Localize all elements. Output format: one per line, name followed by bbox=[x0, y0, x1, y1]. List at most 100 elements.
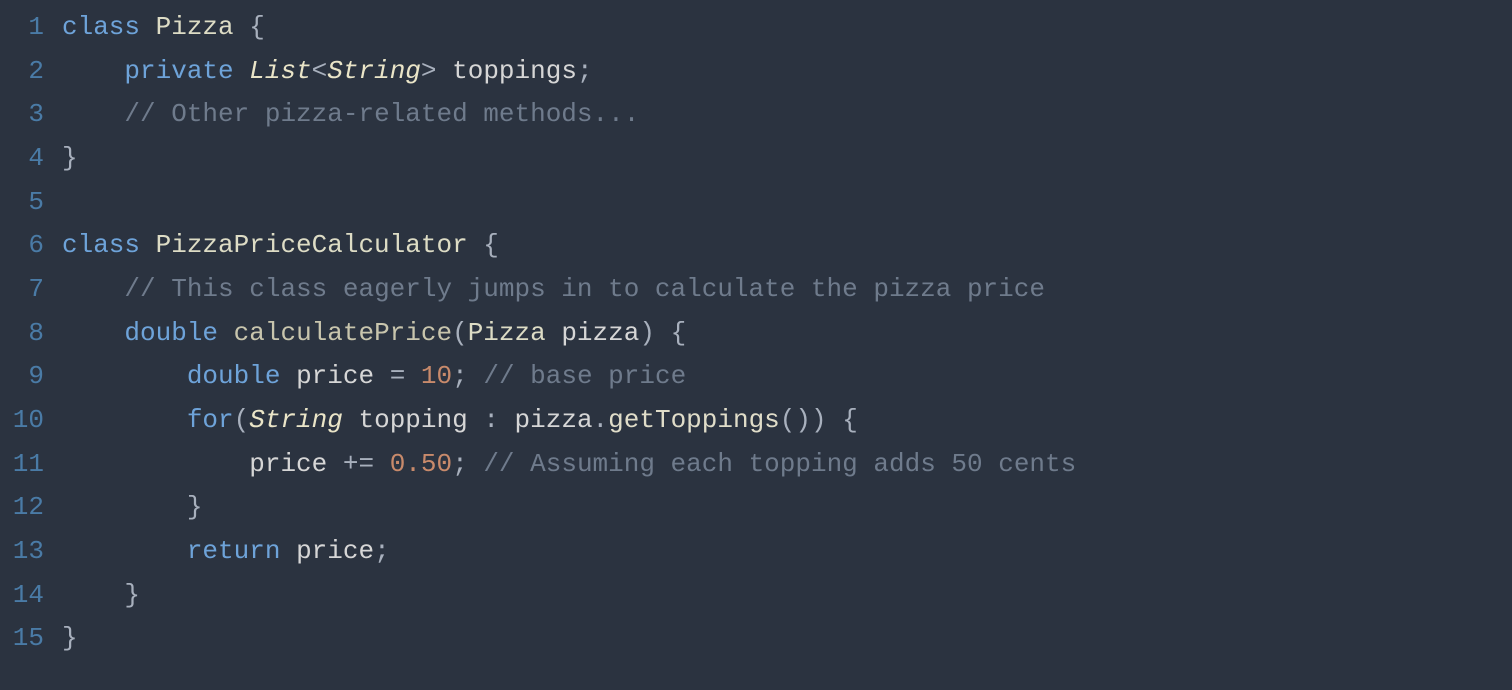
code-line[interactable]: // Other pizza-related methods... bbox=[62, 93, 1512, 137]
code-line[interactable]: class Pizza { bbox=[62, 6, 1512, 50]
line-number: 10 bbox=[0, 399, 44, 443]
token-punct: { bbox=[842, 405, 858, 435]
code-line[interactable]: private List<String> toppings; bbox=[62, 50, 1512, 94]
token-text bbox=[405, 361, 421, 391]
token-punct: { bbox=[671, 318, 687, 348]
token-punct: < bbox=[312, 56, 328, 86]
token-text bbox=[234, 56, 250, 86]
token-punct: ; bbox=[577, 56, 593, 86]
line-number: 4 bbox=[0, 137, 44, 181]
token-text bbox=[468, 449, 484, 479]
code-line[interactable]: } bbox=[62, 137, 1512, 181]
line-number-gutter: 123456789101112131415 bbox=[0, 6, 62, 690]
token-punct: } bbox=[187, 492, 203, 522]
token-punct: } bbox=[124, 580, 140, 610]
token-punct: ; bbox=[452, 361, 468, 391]
token-keyword: private bbox=[124, 56, 233, 86]
line-number: 2 bbox=[0, 50, 44, 94]
code-line[interactable]: price += 0.50; // Assuming each topping … bbox=[62, 443, 1512, 487]
token-punct: { bbox=[483, 230, 499, 260]
line-number: 15 bbox=[0, 617, 44, 661]
token-text bbox=[280, 361, 296, 391]
code-area[interactable]: class Pizza { private List<String> toppi… bbox=[62, 6, 1512, 690]
token-text bbox=[343, 405, 359, 435]
token-keyword: class bbox=[62, 12, 140, 42]
line-number: 3 bbox=[0, 93, 44, 137]
token-punct: } bbox=[62, 623, 78, 653]
token-text bbox=[218, 318, 234, 348]
token-keyword: return bbox=[187, 536, 281, 566]
token-method: calculatePrice bbox=[234, 318, 452, 348]
token-text bbox=[374, 361, 390, 391]
token-punct: > bbox=[421, 56, 437, 86]
token-text bbox=[827, 405, 843, 435]
token-identifier: price bbox=[296, 536, 374, 566]
token-punct: ) bbox=[811, 405, 827, 435]
token-text bbox=[546, 318, 562, 348]
token-identifier: price bbox=[296, 361, 374, 391]
token-text bbox=[655, 318, 671, 348]
token-text bbox=[468, 230, 484, 260]
token-text bbox=[468, 405, 484, 435]
code-line[interactable]: for(String topping : pizza.getToppings()… bbox=[62, 399, 1512, 443]
line-number: 11 bbox=[0, 443, 44, 487]
token-text bbox=[374, 449, 390, 479]
token-comment: // This class eagerly jumps in to calcul… bbox=[124, 274, 1045, 304]
code-editor[interactable]: 123456789101112131415 class Pizza { priv… bbox=[0, 0, 1512, 690]
code-line[interactable]: // This class eagerly jumps in to calcul… bbox=[62, 268, 1512, 312]
code-line[interactable]: } bbox=[62, 574, 1512, 618]
line-number: 13 bbox=[0, 530, 44, 574]
line-number: 6 bbox=[0, 224, 44, 268]
code-line[interactable]: double calculatePrice(Pizza pizza) { bbox=[62, 312, 1512, 356]
token-text bbox=[140, 230, 156, 260]
line-number: 1 bbox=[0, 6, 44, 50]
token-identifier: price bbox=[249, 449, 327, 479]
token-punct: ; bbox=[374, 536, 390, 566]
code-line[interactable]: double price = 10; // base price bbox=[62, 355, 1512, 399]
code-line[interactable]: class PizzaPriceCalculator { bbox=[62, 224, 1512, 268]
token-text bbox=[499, 405, 515, 435]
token-text bbox=[327, 449, 343, 479]
token-type: String bbox=[327, 56, 421, 86]
token-number: 10 bbox=[421, 361, 452, 391]
token-keyword: class bbox=[62, 230, 140, 260]
token-type: String bbox=[249, 405, 343, 435]
token-punct: ( bbox=[452, 318, 468, 348]
token-identifier: pizza bbox=[515, 405, 593, 435]
line-number: 5 bbox=[0, 181, 44, 225]
token-operator: = bbox=[390, 361, 406, 391]
token-punct: . bbox=[593, 405, 609, 435]
token-identifier: topping bbox=[358, 405, 467, 435]
token-comment: // base price bbox=[483, 361, 686, 391]
token-punct: } bbox=[62, 143, 78, 173]
token-identifier: toppings bbox=[452, 56, 577, 86]
code-line[interactable]: return price; bbox=[62, 530, 1512, 574]
token-keyword: for bbox=[187, 405, 234, 435]
token-text bbox=[468, 361, 484, 391]
token-classname: Pizza bbox=[156, 12, 234, 42]
line-number: 9 bbox=[0, 355, 44, 399]
token-text bbox=[437, 56, 453, 86]
code-line[interactable] bbox=[62, 181, 1512, 225]
code-line[interactable]: } bbox=[62, 486, 1512, 530]
token-comment: // Assuming each topping adds 50 cents bbox=[483, 449, 1076, 479]
line-number: 14 bbox=[0, 574, 44, 618]
token-methodcall: getToppings bbox=[608, 405, 780, 435]
token-text bbox=[234, 12, 250, 42]
token-classname: PizzaPriceCalculator bbox=[156, 230, 468, 260]
line-number: 12 bbox=[0, 486, 44, 530]
token-comment: // Other pizza-related methods... bbox=[124, 99, 639, 129]
token-text bbox=[140, 12, 156, 42]
token-keyword: double bbox=[124, 318, 218, 348]
token-operator: += bbox=[343, 449, 374, 479]
token-operator: : bbox=[483, 405, 499, 435]
token-punct: ) bbox=[639, 318, 655, 348]
token-text bbox=[280, 536, 296, 566]
code-line[interactable]: } bbox=[62, 617, 1512, 661]
token-keyword: double bbox=[187, 361, 281, 391]
line-number: 8 bbox=[0, 312, 44, 356]
token-punct: ; bbox=[452, 449, 468, 479]
token-type: List bbox=[249, 56, 311, 86]
token-classname: Pizza bbox=[468, 318, 546, 348]
token-identifier: pizza bbox=[561, 318, 639, 348]
